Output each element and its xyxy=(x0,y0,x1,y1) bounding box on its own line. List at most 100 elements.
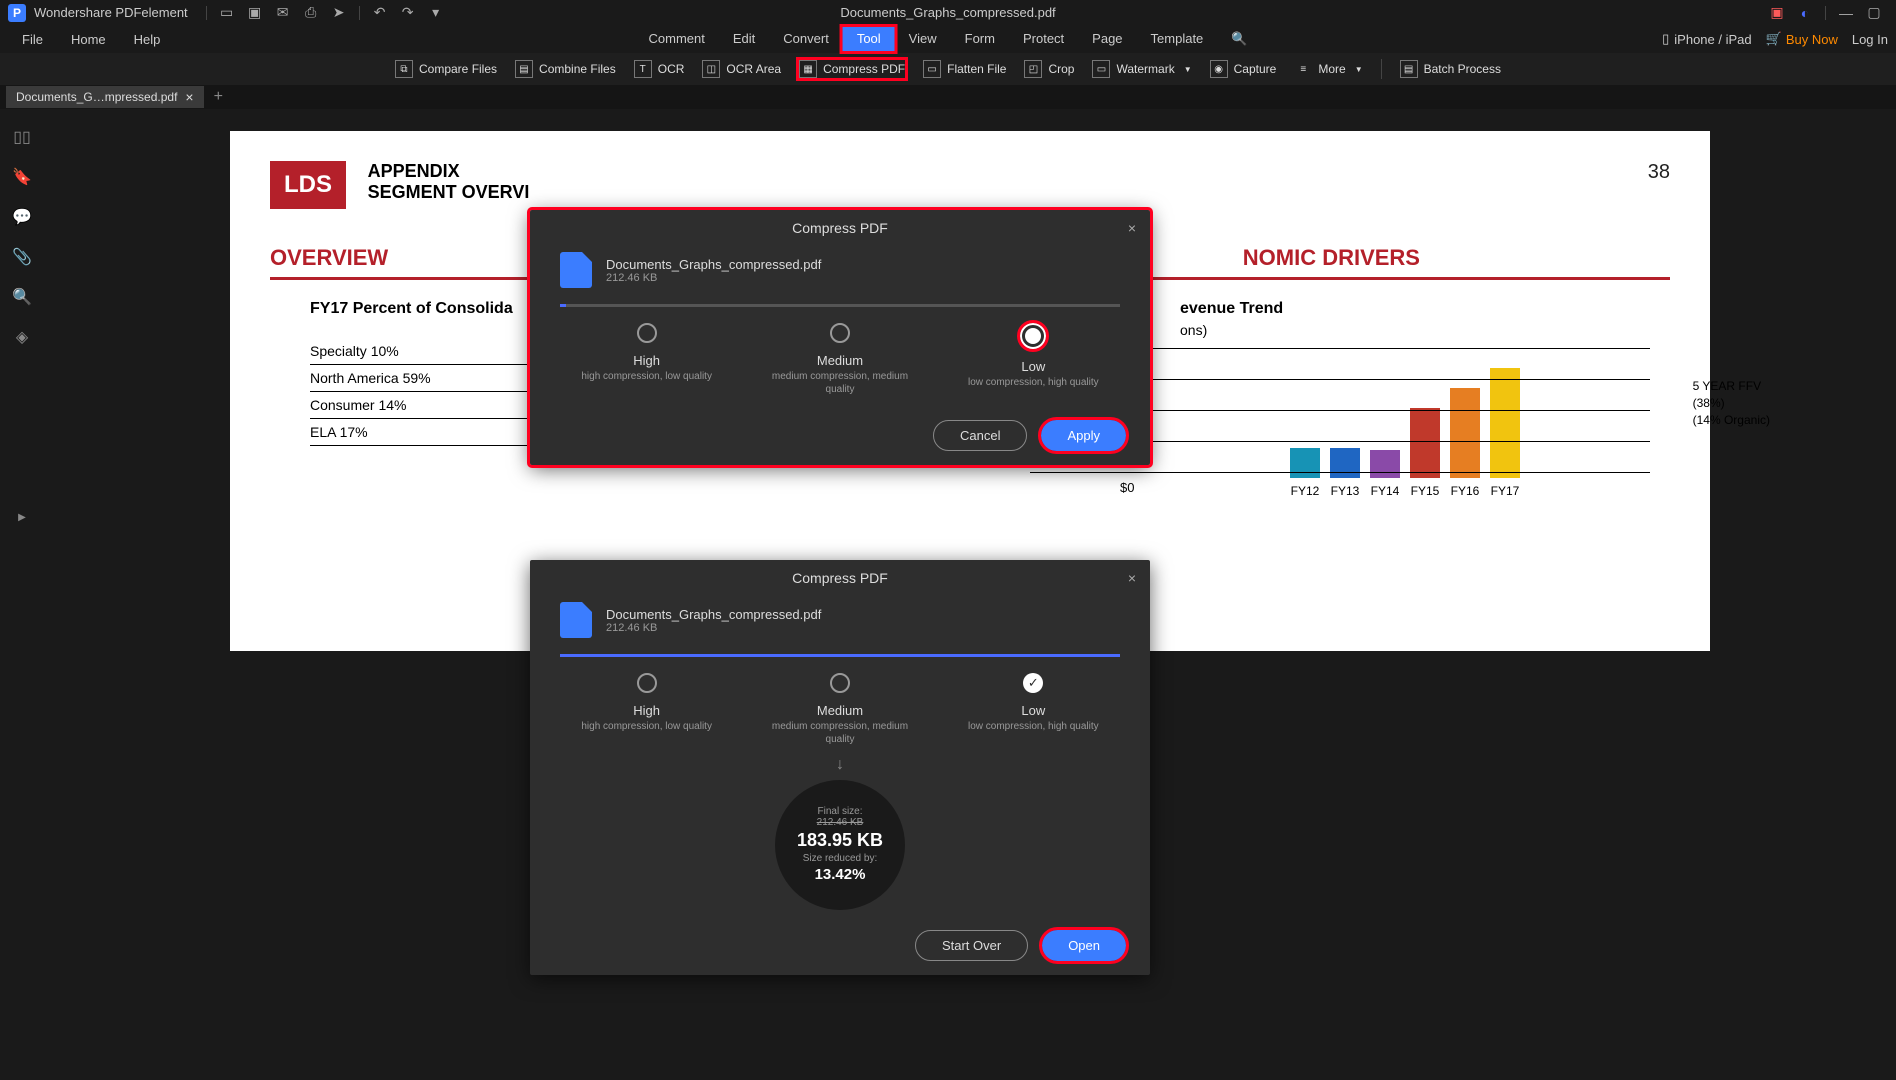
old-size: 212.46 KB xyxy=(817,817,864,828)
tool-label: More xyxy=(1318,62,1345,76)
option-high[interactable]: High high compression, low quality xyxy=(577,323,717,396)
device-link[interactable]: ▯iPhone / iPad xyxy=(1662,31,1752,47)
new-tab-button[interactable]: + xyxy=(214,88,223,106)
tool-ocr-area[interactable]: ◫OCR Area xyxy=(702,60,781,78)
close-icon[interactable]: × xyxy=(1128,570,1136,586)
tool-ocr[interactable]: TOCR xyxy=(634,60,685,78)
arrow-down-icon: ↓ xyxy=(530,756,1150,774)
bookmarks-icon[interactable]: 🔖 xyxy=(12,167,32,187)
tool-crop[interactable]: ◰Crop xyxy=(1024,60,1074,78)
menu-convert[interactable]: Convert xyxy=(769,27,843,51)
attachments-icon[interactable]: 📎 xyxy=(12,247,32,267)
close-tab-icon[interactable]: × xyxy=(185,89,193,105)
compress-icon: ▦ xyxy=(799,60,817,78)
save-icon[interactable]: ▣ xyxy=(245,3,265,23)
phone-icon: ▯ xyxy=(1662,31,1669,47)
cancel-button[interactable]: Cancel xyxy=(933,420,1027,451)
tool-compress-pdf[interactable]: ▦Compress PDF xyxy=(799,60,905,78)
radio-icon-selected[interactable] xyxy=(1020,323,1046,349)
menu-template[interactable]: Template xyxy=(1137,27,1218,51)
option-medium[interactable]: Medium medium compression, medium qualit… xyxy=(770,323,910,396)
radio-icon[interactable] xyxy=(637,673,657,693)
close-icon[interactable]: × xyxy=(1128,220,1136,236)
progress-bar xyxy=(560,304,1120,307)
option-low[interactable]: Low low compression, high quality xyxy=(963,323,1103,396)
open-icon[interactable]: ▭ xyxy=(217,3,237,23)
menu-comment[interactable]: Comment xyxy=(635,27,719,51)
rev-sub: ons) xyxy=(1180,322,1670,338)
expand-sidebar-icon[interactable]: ▶ xyxy=(12,507,32,527)
document-tab[interactable]: Documents_G…mpressed.pdf × xyxy=(6,86,204,108)
document-tabbar: Documents_G…mpressed.pdf × + xyxy=(0,85,1896,109)
undo-icon[interactable]: ↶ xyxy=(370,3,390,23)
menu-edit[interactable]: Edit xyxy=(719,27,769,51)
option-medium[interactable]: Medium medium compression, medium qualit… xyxy=(770,673,910,746)
option-desc: medium compression, medium quality xyxy=(770,370,910,396)
option-low[interactable]: Low low compression, high quality xyxy=(963,673,1103,746)
share-icon[interactable]: ➤ xyxy=(329,3,349,23)
email-icon[interactable]: ✉ xyxy=(273,3,293,23)
page-headings: APPENDIX SEGMENT OVERVI xyxy=(368,161,530,203)
bar-label: FY12 xyxy=(1291,484,1320,498)
dialog-title-text: Compress PDF xyxy=(792,220,888,236)
menu-help[interactable]: Help xyxy=(120,28,175,51)
combine-icon: ▤ xyxy=(515,60,533,78)
capture-icon: ◉ xyxy=(1210,60,1228,78)
menu-tool[interactable]: Tool xyxy=(843,27,895,51)
note-line: (38%) xyxy=(1693,395,1770,412)
radio-icon-checked[interactable] xyxy=(1023,673,1043,693)
radio-icon[interactable] xyxy=(637,323,657,343)
left-sidebar: ▯▯ 🔖 💬 📎 🔍 ◈ ▶ xyxy=(0,109,44,1080)
note-line: (14% Organic) xyxy=(1693,412,1770,429)
start-over-button[interactable]: Start Over xyxy=(915,930,1028,961)
dialog-file-row: Documents_Graphs_compressed.pdf 212.46 K… xyxy=(530,596,1150,644)
tool-compare-files[interactable]: ⧉Compare Files xyxy=(395,60,497,78)
menu-protect[interactable]: Protect xyxy=(1009,27,1078,51)
list-item: ELA 17% xyxy=(310,419,550,446)
menu-page[interactable]: Page xyxy=(1078,27,1136,51)
login-link[interactable]: Log In xyxy=(1852,32,1888,47)
redo-icon[interactable]: ↷ xyxy=(398,3,418,23)
apply-button[interactable]: Apply xyxy=(1041,420,1126,451)
menu-home[interactable]: Home xyxy=(57,28,120,51)
option-desc: medium compression, medium quality xyxy=(770,720,910,746)
screenshot-icon[interactable]: ▣ xyxy=(1767,3,1787,23)
ocr-area-icon: ◫ xyxy=(702,60,720,78)
option-desc: low compression, high quality xyxy=(963,720,1103,733)
menu-file[interactable]: File xyxy=(8,28,57,51)
dialog-title: Compress PDF × xyxy=(530,210,1150,246)
tool-batch-process[interactable]: ▤Batch Process xyxy=(1400,60,1501,78)
layers-icon[interactable]: ◈ xyxy=(12,327,32,347)
file-name: Documents_Graphs_compressed.pdf xyxy=(606,607,821,622)
option-high[interactable]: High high compression, low quality xyxy=(577,673,717,746)
option-name: Medium xyxy=(770,703,910,718)
menu-search-icon[interactable]: 🔍 xyxy=(1217,27,1261,51)
tool-capture[interactable]: ◉Capture xyxy=(1210,60,1277,78)
flatten-icon: ▭ xyxy=(923,60,941,78)
minimize-icon[interactable]: — xyxy=(1836,3,1856,23)
option-name: High xyxy=(577,703,717,718)
pdf-file-icon xyxy=(560,252,592,288)
tool-flatten-file[interactable]: ▭Flatten File xyxy=(923,60,1006,78)
radio-icon[interactable] xyxy=(830,673,850,693)
maximize-icon[interactable]: ▢ xyxy=(1864,3,1884,23)
tool-watermark[interactable]: ▭Watermark▼ xyxy=(1092,60,1191,78)
thumbnails-icon[interactable]: ▯▯ xyxy=(12,127,32,147)
buy-now-link[interactable]: 🛒Buy Now xyxy=(1766,31,1838,47)
more-icon[interactable]: ▾ xyxy=(426,3,446,23)
hamburger-icon: ≡ xyxy=(1294,60,1312,78)
menu-view[interactable]: View xyxy=(895,27,951,51)
print-icon[interactable]: ⎙ xyxy=(301,3,321,23)
comments-icon[interactable]: 💬 xyxy=(12,207,32,227)
compress-dialog-2: Compress PDF × Documents_Graphs_compress… xyxy=(530,560,1150,975)
page-number: 38 xyxy=(1648,161,1670,184)
theme-icon[interactable]: ◐ xyxy=(1795,3,1815,23)
tool-more[interactable]: ≡More▼ xyxy=(1294,60,1362,78)
search-sidebar-icon[interactable]: 🔍 xyxy=(12,287,32,307)
tool-combine-files[interactable]: ▤Combine Files xyxy=(515,60,616,78)
menu-form[interactable]: Form xyxy=(951,27,1009,51)
list-item: Specialty 10% xyxy=(310,338,550,365)
crop-icon: ◰ xyxy=(1024,60,1042,78)
open-button[interactable]: Open xyxy=(1042,930,1126,961)
radio-icon[interactable] xyxy=(830,323,850,343)
